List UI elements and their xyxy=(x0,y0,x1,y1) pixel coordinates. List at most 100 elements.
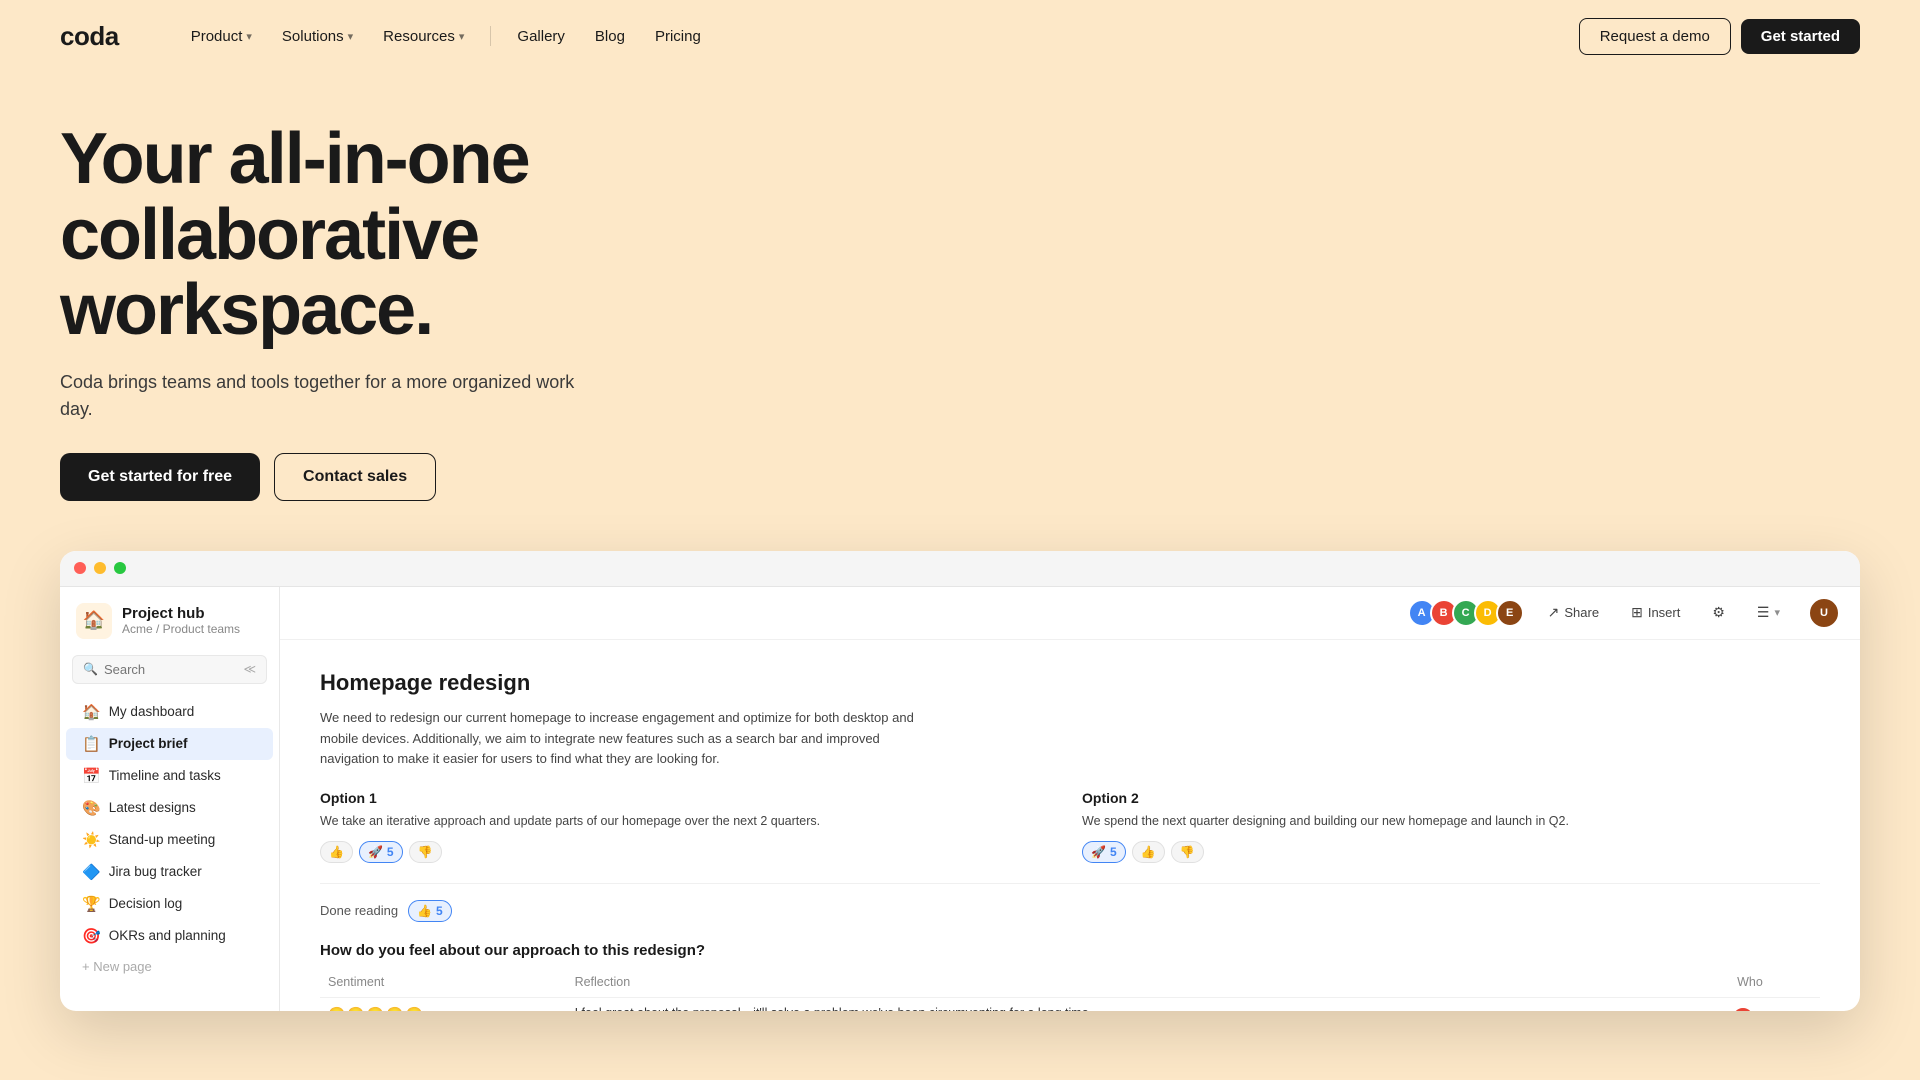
poll-col-sentiment: Sentiment xyxy=(320,971,567,998)
done-reading-label: Done reading xyxy=(320,903,398,918)
poll-col-reflection: Reflection xyxy=(567,971,1730,998)
standup-icon: ☀️ xyxy=(82,831,101,849)
thumbsup-reaction[interactable]: 👍 xyxy=(320,841,353,863)
contact-sales-button[interactable]: Contact sales xyxy=(274,453,436,501)
divider xyxy=(320,883,1820,884)
nav-solutions[interactable]: Solutions ▾ xyxy=(270,20,365,53)
sidebar-item-label: OKRs and planning xyxy=(109,928,226,943)
chevron-down-icon: ▾ xyxy=(348,30,354,43)
option1-text: We take an iterative approach and update… xyxy=(320,812,1058,831)
hero-buttons: Get started for free Contact sales xyxy=(60,453,1860,501)
share-button[interactable]: ↗ Share xyxy=(1540,599,1607,626)
sidebar-item-dashboard[interactable]: 🏠 My dashboard xyxy=(66,696,273,728)
search-input[interactable] xyxy=(104,662,237,677)
avatar: E xyxy=(1496,599,1524,627)
more-button[interactable]: ☰ ▾ xyxy=(1749,599,1788,626)
project-brief-icon: 📋 xyxy=(82,735,101,753)
option1-card: Option 1 We take an iterative approach a… xyxy=(320,790,1058,863)
app-window-wrap: 🏠 Project hub Acme / Product teams 🔍 ≪ 🏠… xyxy=(0,551,1920,1011)
insert-icon: ⊞ xyxy=(1631,604,1643,621)
options-grid: Option 1 We take an iterative approach a… xyxy=(320,790,1820,863)
gear-icon: ⚙ xyxy=(1712,604,1725,621)
thumbsdown-reaction2[interactable]: 👎 xyxy=(1171,841,1204,863)
main-toolbar: A B C D E ↗ Share ⊞ Insert xyxy=(280,587,1860,640)
rocket-reaction2[interactable]: 🚀 5 xyxy=(1082,841,1126,863)
poll-table: Sentiment Reflection Who 😊😊😊😊😊 I feel g xyxy=(320,971,1820,1011)
main-content: A B C D E ↗ Share ⊞ Insert xyxy=(280,587,1860,1011)
request-demo-button[interactable]: Request a demo xyxy=(1579,18,1731,55)
nav-gallery[interactable]: Gallery xyxy=(505,20,577,53)
collapse-icon[interactable]: ≪ xyxy=(243,662,256,676)
thumbsup-reaction2[interactable]: 👍 xyxy=(1132,841,1165,863)
settings-button[interactable]: ⚙ xyxy=(1704,599,1733,626)
get-started-free-button[interactable]: Get started for free xyxy=(60,453,260,501)
doc-title: Homepage redesign xyxy=(320,670,1820,696)
logo[interactable]: coda xyxy=(60,21,119,52)
poll-who: U xyxy=(1729,997,1820,1010)
sidebar-item-standup[interactable]: ☀️ Stand-up meeting xyxy=(66,824,273,856)
sidebar-search-box[interactable]: 🔍 ≪ xyxy=(72,655,267,684)
nav-links: Product ▾ Solutions ▾ Resources ▾ Galler… xyxy=(179,20,1579,53)
poll-sentiment: 😊😊😊😊😊 xyxy=(320,997,567,1010)
window-close-dot[interactable] xyxy=(74,562,86,574)
doc-body: We need to redesign our current homepage… xyxy=(320,708,920,770)
window-body: 🏠 Project hub Acme / Product teams 🔍 ≪ 🏠… xyxy=(60,587,1860,1011)
poll-title: How do you feel about our approach to th… xyxy=(320,942,1820,959)
toolbar-avatars: A B C D E xyxy=(1414,599,1524,627)
hero-subtitle: Coda brings teams and tools together for… xyxy=(60,369,580,423)
hero-title: Your all-in-one collaborative workspace. xyxy=(60,122,800,349)
doc-content: Homepage redesign We need to redesign ou… xyxy=(280,640,1860,1011)
sidebar-new-page[interactable]: + New page xyxy=(66,952,273,981)
nav-blog[interactable]: Blog xyxy=(583,20,637,53)
nav-resources[interactable]: Resources ▾ xyxy=(371,20,476,53)
sidebar-item-label: Latest designs xyxy=(109,800,196,815)
chevron-down-icon: ▾ xyxy=(459,30,465,43)
share-icon: ↗ xyxy=(1548,604,1560,621)
dashboard-icon: 🏠 xyxy=(82,703,101,721)
hero-section: Your all-in-one collaborative workspace.… xyxy=(0,72,1920,531)
sidebar-item-label: Timeline and tasks xyxy=(109,768,221,783)
option1-reactions: 👍 🚀 5 👎 xyxy=(320,841,1058,863)
search-icon: 🔍 xyxy=(83,662,98,676)
sidebar-item-okrs[interactable]: 🎯 OKRs and planning xyxy=(66,920,273,952)
window-minimize-dot[interactable] xyxy=(94,562,106,574)
jira-icon: 🔷 xyxy=(82,863,101,881)
user-avatar[interactable]: U xyxy=(1808,597,1840,629)
workspace-icon: 🏠 xyxy=(76,603,112,639)
menu-icon: ☰ xyxy=(1757,604,1770,621)
navbar: coda Product ▾ Solutions ▾ Resources ▾ G… xyxy=(0,0,1920,72)
window-maximize-dot[interactable] xyxy=(114,562,126,574)
sidebar-title: Project hub xyxy=(122,605,240,622)
avatar: U xyxy=(1731,1006,1755,1011)
timeline-icon: 📅 xyxy=(82,767,101,785)
nav-product[interactable]: Product ▾ xyxy=(179,20,264,53)
insert-button[interactable]: ⊞ Insert xyxy=(1623,599,1688,626)
option2-reactions: 🚀 5 👍 👎 xyxy=(1082,841,1820,863)
nav-right: Request a demo Get started xyxy=(1579,18,1860,55)
sidebar-breadcrumb: Acme / Product teams xyxy=(122,622,240,636)
get-started-button[interactable]: Get started xyxy=(1741,19,1860,54)
designs-icon: 🎨 xyxy=(82,799,101,817)
option2-label: Option 2 xyxy=(1082,790,1820,806)
sidebar-item-label: Stand-up meeting xyxy=(109,832,216,847)
sidebar-item-label: Project brief xyxy=(109,736,188,751)
rocket-reaction[interactable]: 🚀 5 xyxy=(359,841,403,863)
sidebar-logo-area: 🏠 Project hub Acme / Product teams xyxy=(60,603,279,651)
thumbsdown-reaction[interactable]: 👎 xyxy=(409,841,442,863)
option2-text: We spend the next quarter designing and … xyxy=(1082,812,1820,831)
sidebar-item-decision-log[interactable]: 🏆 Decision log xyxy=(66,888,273,920)
nav-pricing[interactable]: Pricing xyxy=(643,20,713,53)
done-reading-reaction[interactable]: 👍 5 xyxy=(408,900,452,922)
sidebar-item-project-brief[interactable]: 📋 Project brief xyxy=(66,728,273,760)
sidebar-item-label: Jira bug tracker xyxy=(109,864,202,879)
sidebar-item-timeline[interactable]: 📅 Timeline and tasks xyxy=(66,760,273,792)
sidebar: 🏠 Project hub Acme / Product teams 🔍 ≪ 🏠… xyxy=(60,587,280,1011)
done-reading-row: Done reading 👍 5 xyxy=(320,900,1820,922)
poll-reflection: I feel great about the proposal—it'll so… xyxy=(567,997,1730,1010)
sidebar-item-jira[interactable]: 🔷 Jira bug tracker xyxy=(66,856,273,888)
poll-row: 😊😊😊😊😊 I feel great about the proposal—it… xyxy=(320,997,1820,1010)
option2-card: Option 2 We spend the next quarter desig… xyxy=(1082,790,1820,863)
nav-divider xyxy=(490,26,491,46)
sidebar-item-designs[interactable]: 🎨 Latest designs xyxy=(66,792,273,824)
option1-label: Option 1 xyxy=(320,790,1058,806)
